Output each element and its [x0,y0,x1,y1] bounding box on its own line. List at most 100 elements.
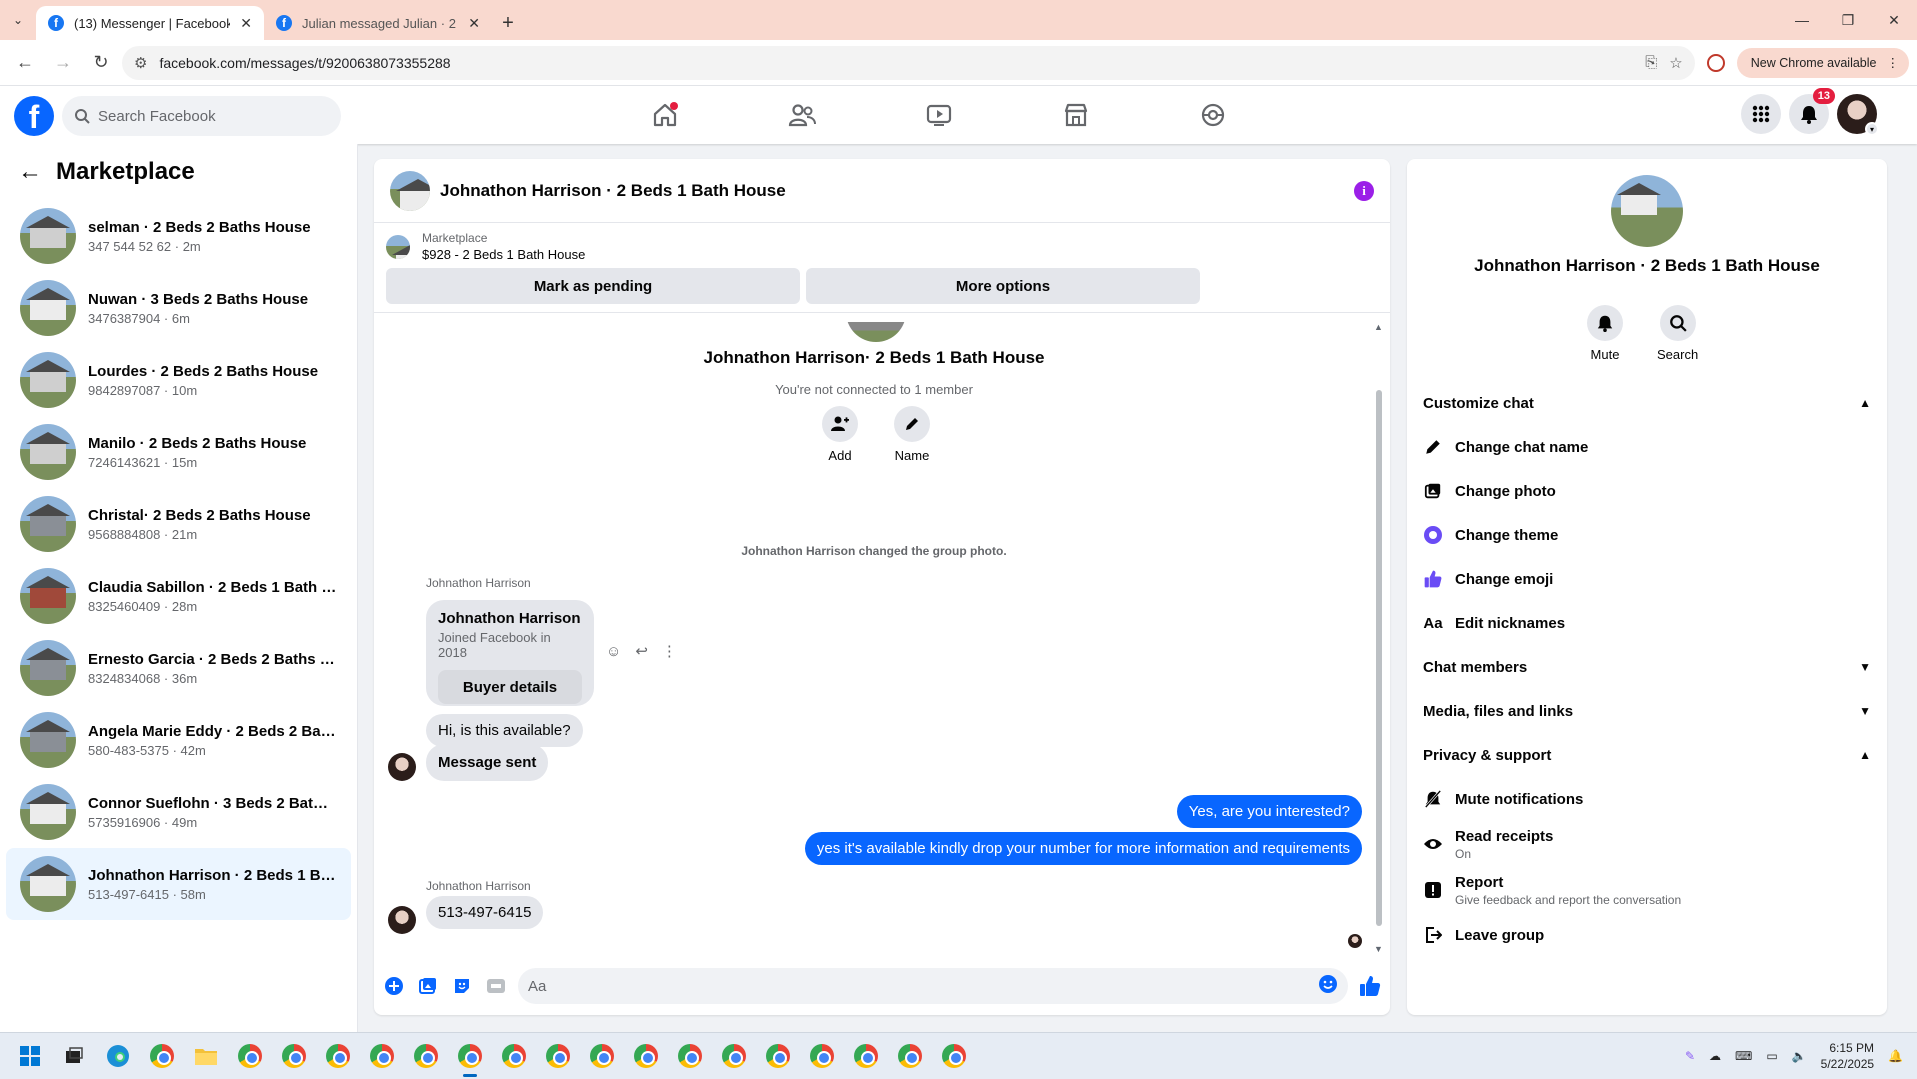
my-message-bubble[interactable]: yes it's available kindly drop your numb… [804,832,1362,865]
chrome-window-button[interactable] [410,1040,442,1072]
conversation-item[interactable]: Johnathon Harrison · 2 Beds 1 Bat... 513-… [6,848,351,920]
search-input[interactable] [98,107,298,125]
media-files-section[interactable]: Media, files and links ▼ [1421,689,1873,733]
conversation-item[interactable]: selman · 2 Beds 2 Baths House 347 544 52 … [6,200,351,272]
tab-close-icon[interactable]: ✕ [240,15,252,32]
forward-button[interactable]: → [46,46,80,80]
scroll-down-icon[interactable]: ▼ [1374,944,1383,954]
cloud-icon[interactable]: ☁ [1709,1049,1721,1063]
message-input[interactable] [528,977,1318,995]
info-group-photo[interactable] [1611,175,1683,247]
sender-avatar[interactable] [388,906,416,934]
chrome-window-button[interactable] [366,1040,398,1072]
gaming-tab[interactable] [1188,90,1238,140]
reload-button[interactable]: ↻ [84,46,118,80]
chrome-window-button[interactable] [542,1040,574,1072]
volume-icon[interactable]: 🔈 [1792,1049,1807,1063]
chrome-window-button[interactable] [894,1040,926,1072]
conversation-item[interactable]: Connor Sueflohn · 3 Beds 2 Baths ... 5735… [6,776,351,848]
change-emoji-item[interactable]: Change emoji [1421,557,1873,601]
tab-messenger[interactable]: f (13) Messenger | Facebook ✕ [36,6,264,40]
message-bubble[interactable]: Hi, is this available? [426,714,583,747]
kebab-menu-icon[interactable]: ⋮ [1887,55,1900,70]
minimize-icon[interactable]: — [1779,0,1825,40]
emoji-icon[interactable] [1318,974,1338,999]
listing-title[interactable]: $928 - 2 Beds 1 Bath House [422,247,585,262]
scrollbar-thumb[interactable] [1376,390,1382,926]
display-icon[interactable]: ▭ [1766,1049,1777,1063]
notification-center-icon[interactable]: 🔔 [1888,1049,1903,1063]
back-button[interactable]: ← [8,46,42,80]
chrome-window-button[interactable] [498,1040,530,1072]
privacy-support-section[interactable]: Privacy & support ▲ [1421,733,1873,777]
pen-icon[interactable]: ✎ [1685,1049,1695,1063]
like-button[interactable] [1358,974,1382,998]
start-button[interactable] [14,1040,46,1072]
listing-thumbnail[interactable] [386,234,410,259]
chrome-window-button[interactable] [234,1040,266,1072]
bookmark-star-icon[interactable]: ☆ [1669,54,1682,72]
leave-group-item[interactable]: Leave group [1421,913,1873,957]
friends-tab[interactable] [777,90,827,140]
search-conversation-button[interactable]: Search [1657,305,1698,362]
edit-nicknames-item[interactable]: Aa Edit nicknames [1421,601,1873,645]
keyboard-icon[interactable]: ⌨ [1735,1049,1752,1063]
conversation-item[interactable]: Manilo · 2 Beds 2 Baths House 7246143621 … [6,416,351,488]
clock[interactable]: 6:15 PM 5/22/2025 [1821,1040,1874,1072]
install-app-icon[interactable]: ⎘ [1645,54,1657,71]
buyer-details-button[interactable]: Buyer details [438,670,582,704]
chrome-window-button[interactable] [938,1040,970,1072]
more-options-button[interactable]: More options [806,268,1200,304]
chat-title[interactable]: Johnathon Harrison · 2 Beds 1 Bath House [440,181,1344,201]
change-photo-item[interactable]: Change photo [1421,469,1873,513]
read-receipts-item[interactable]: Read receipts On [1421,821,1873,867]
mute-button[interactable]: Mute [1587,305,1623,362]
change-theme-item[interactable]: Change theme [1421,513,1873,557]
new-chrome-available-button[interactable]: New Chrome available ⋮ [1736,47,1909,78]
name-group-button[interactable]: Name [894,406,930,463]
mute-notifications-item[interactable]: Mute notifications [1421,777,1873,821]
my-message-bubble[interactable]: Yes, are you interested? [1176,795,1362,828]
conversation-item[interactable]: Nuwan · 3 Beds 2 Baths House 3476387904 ·… [6,272,351,344]
gif-button[interactable] [484,974,508,998]
scroll-up-icon[interactable]: ▲ [1374,322,1383,332]
sticker-button[interactable] [450,974,474,998]
edge-button[interactable] [102,1040,134,1072]
chrome-window-button[interactable] [454,1040,486,1077]
info-icon[interactable]: i [1354,180,1374,201]
chrome-window-button[interactable] [718,1040,750,1072]
account-avatar[interactable]: ▾ [1837,94,1879,136]
react-icon[interactable]: ☺ [606,643,621,660]
conversation-item[interactable]: Angela Marie Eddy · 2 Beds 2 Bath... 580-… [6,704,351,776]
site-info-icon[interactable]: ⚙ [134,54,147,72]
conversation-item[interactable]: Claudia Sabillon · 2 Beds 1 Bath Ho... 83… [6,560,351,632]
facebook-logo-icon[interactable]: f [14,96,54,136]
conversation-item[interactable]: Christal· 2 Beds 2 Baths House 9568884808… [6,488,351,560]
omnibox[interactable]: ⚙ facebook.com/messages/t/92006380733552… [122,45,1695,80]
task-view-button[interactable] [58,1040,90,1072]
url-text[interactable]: facebook.com/messages/t/9200638073355288 [159,55,1633,71]
report-item[interactable]: Report Give feedback and report the conv… [1421,867,1873,913]
chrome-window-button[interactable] [806,1040,838,1072]
chrome-window-button[interactable] [850,1040,882,1072]
restore-icon[interactable]: ❐ [1825,0,1871,40]
tab-close-icon[interactable]: ✕ [468,15,480,32]
more-icon[interactable]: ⋮ [662,642,677,660]
tab-search-menu[interactable]: ⌄ [0,0,36,40]
chat-avatar[interactable] [390,170,430,211]
new-tab-button[interactable]: + [492,6,524,40]
chrome-window-button[interactable] [762,1040,794,1072]
notifications-button[interactable]: 13 [1789,88,1835,134]
chat-members-section[interactable]: Chat members ▼ [1421,645,1873,689]
marketplace-tab[interactable] [1051,90,1101,140]
change-chat-name-item[interactable]: Change chat name [1421,425,1873,469]
facebook-search[interactable] [62,96,341,136]
conversation-item[interactable]: Lourdes · 2 Beds 2 Baths House 9842897087… [6,344,351,416]
reply-icon[interactable]: ↩ [635,642,648,660]
profile-icon[interactable] [1699,46,1733,80]
more-actions-button[interactable] [382,974,406,998]
close-window-icon[interactable]: ✕ [1871,0,1917,40]
attach-photo-button[interactable] [416,974,440,998]
sender-avatar[interactable] [388,753,416,781]
chrome-window-button[interactable] [630,1040,662,1072]
